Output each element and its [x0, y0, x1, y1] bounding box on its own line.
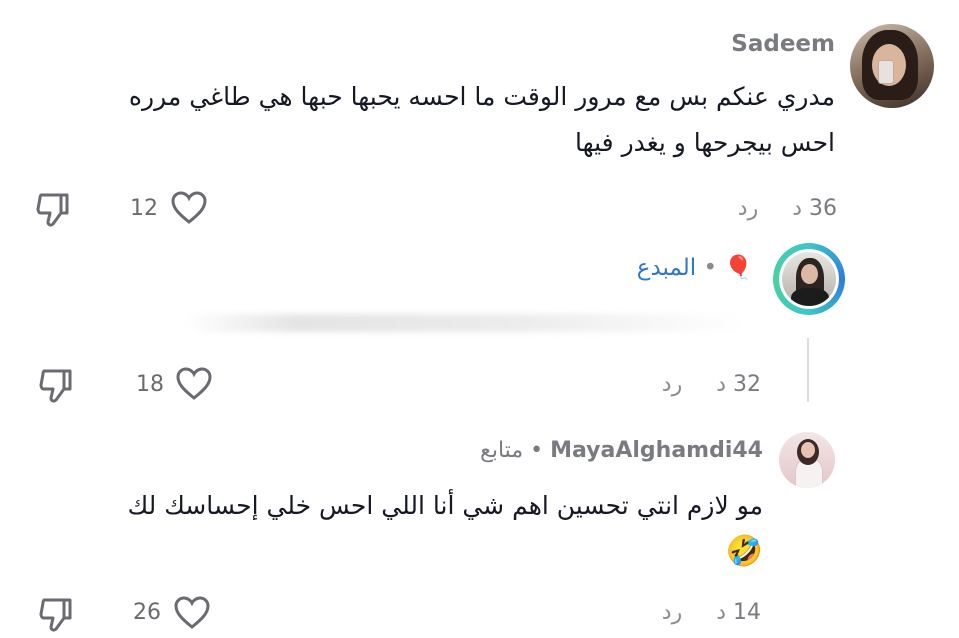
comment-meta-sadeem: 36 د رد: [738, 196, 837, 221]
comment-line-2: احس بيجرحها و يغدر فيها: [574, 128, 835, 157]
like-count: 18: [136, 372, 164, 397]
comment-time-unit: د: [716, 600, 726, 625]
laughing-emoji: 🤣: [725, 534, 763, 569]
username-sadeem[interactable]: Sadeem: [731, 31, 835, 57]
avatar-almubdea[interactable]: [779, 249, 839, 309]
comment-text-maya: مو لازم انتي تحسين اهم شي أنا اللي احس خ…: [23, 483, 763, 575]
comment-line-1: مو لازم انتي تحسين اهم شي أنا اللي احس خ…: [127, 491, 763, 520]
heart-icon[interactable]: [173, 596, 211, 634]
reply-button[interactable]: رد: [738, 196, 758, 221]
avatar-mayaalghamdi44[interactable]: [779, 432, 835, 488]
balloon-icon: 🎈: [724, 255, 753, 281]
comment-line-1: مدري عنكم بس مع مرور الوقت ما احسه يحبها…: [128, 82, 835, 111]
comment-time: 14: [733, 600, 761, 625]
follower-badge: متابع: [480, 438, 524, 463]
reply-button[interactable]: رد: [662, 600, 682, 625]
avatar-body: [791, 288, 829, 306]
reply-button[interactable]: رد: [662, 372, 682, 397]
reply-header: 🎈 • المبدع: [637, 254, 753, 281]
avatar-face: [801, 442, 815, 458]
like-count: 12: [130, 196, 158, 221]
thumbs-down-icon[interactable]: [38, 367, 78, 407]
comment-time-unit: د: [716, 372, 726, 397]
comment-time: 32: [733, 372, 761, 397]
thread-line: [807, 338, 809, 402]
comment-text-sadeem: مدري عنكم بس مع مرور الوقت ما احسه يحبها…: [35, 74, 835, 166]
comment-header-maya: MayaAlghamdi44 • متابع: [480, 438, 763, 463]
heart-icon[interactable]: [175, 367, 213, 405]
username-mayaalghamdi44[interactable]: MayaAlghamdi44: [550, 438, 763, 463]
redacted-text: [185, 314, 745, 332]
heart-icon[interactable]: [170, 191, 208, 229]
separator-dot: •: [703, 255, 718, 281]
comment-meta-maya: 14 د رد: [662, 600, 761, 625]
comment-time-unit: د: [792, 196, 802, 221]
avatar-sadeem[interactable]: [850, 24, 934, 108]
comment-time: 36: [809, 196, 837, 221]
separator-dot: •: [530, 438, 544, 463]
avatar-phone: [878, 60, 894, 84]
thumbs-down-icon[interactable]: [35, 191, 75, 231]
like-count: 26: [133, 600, 161, 625]
avatar-face: [801, 264, 818, 284]
thumbs-down-icon[interactable]: [38, 596, 78, 636]
username-almubdea[interactable]: المبدع: [637, 255, 696, 281]
comment-meta-almubdea: 32 د رد: [662, 372, 761, 397]
avatar-photo: [782, 252, 836, 306]
